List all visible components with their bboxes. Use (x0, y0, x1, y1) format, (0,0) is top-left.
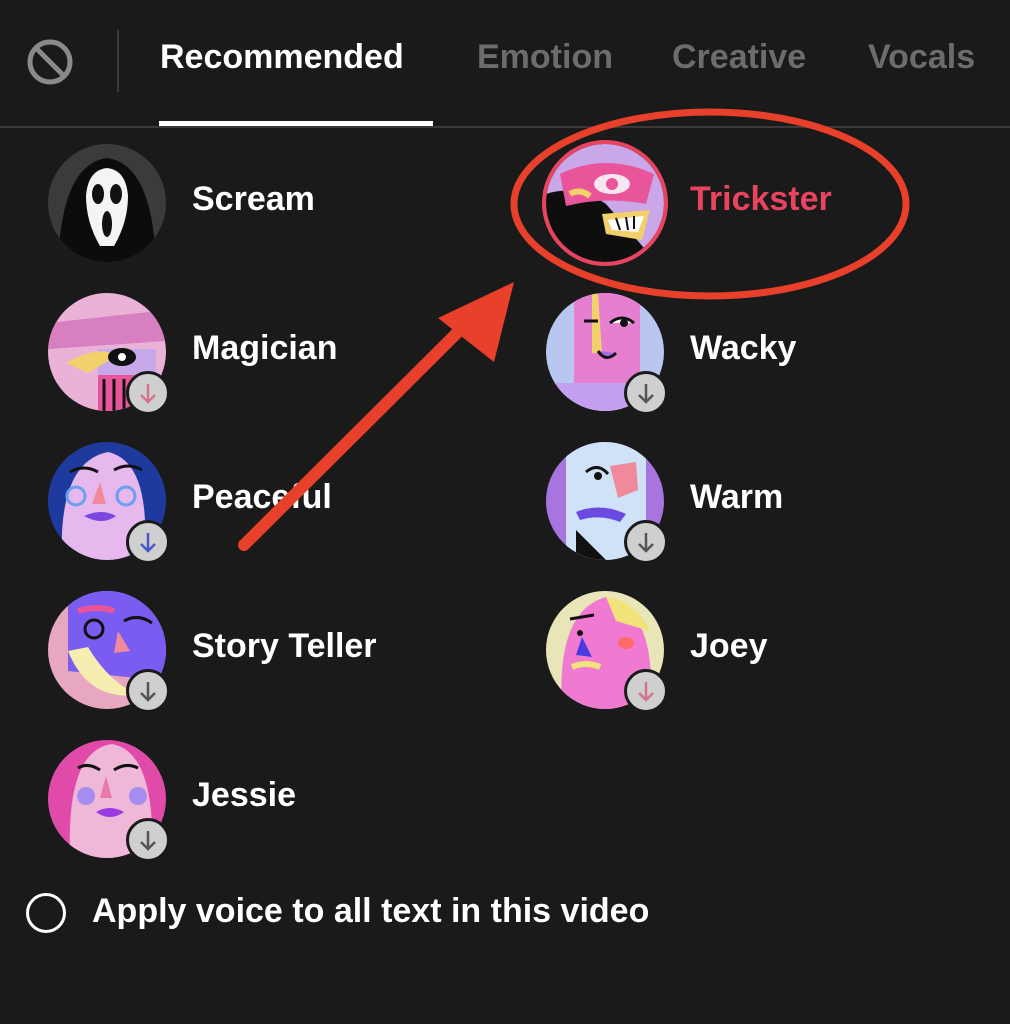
voice-item-peaceful[interactable]: Peaceful (48, 442, 488, 564)
voice-item-scream[interactable]: Scream (48, 144, 488, 264)
radio-button[interactable] (26, 893, 66, 933)
voice-item-trickster[interactable]: Trickster (542, 140, 986, 266)
voice-label: Peaceful (192, 478, 332, 516)
avatar (546, 293, 668, 415)
voice-label: Scream (192, 180, 315, 218)
voice-tab-bar: Recommended Emotion Creative Vocals (0, 0, 1010, 128)
voice-label: Trickster (690, 180, 832, 218)
voice-item-magician[interactable]: Magician (48, 293, 488, 415)
avatar (48, 740, 170, 862)
download-icon[interactable] (624, 520, 668, 564)
avatar (542, 140, 668, 266)
voice-label: Story Teller (192, 627, 377, 665)
download-icon[interactable] (126, 818, 170, 862)
tab-emotion[interactable]: Emotion (477, 38, 613, 77)
download-icon[interactable] (126, 520, 170, 564)
tab-divider (117, 30, 119, 92)
voice-label: Joey (690, 627, 768, 665)
voice-item-joey[interactable]: Joey (546, 591, 986, 713)
avatar (48, 591, 170, 713)
avatar (48, 293, 170, 415)
scream-mask-icon (48, 144, 166, 262)
voice-item-story-teller[interactable]: Story Teller (48, 591, 488, 713)
avatar (48, 442, 170, 564)
download-icon[interactable] (624, 669, 668, 713)
voice-label: Magician (192, 329, 338, 367)
tab-vocals[interactable]: Vocals (868, 38, 975, 77)
download-icon[interactable] (126, 371, 170, 415)
prohibit-icon[interactable] (26, 38, 74, 86)
voice-label: Wacky (690, 329, 797, 367)
download-icon[interactable] (126, 669, 170, 713)
tab-creative[interactable]: Creative (672, 38, 806, 77)
apply-all-label: Apply voice to all text in this video (92, 892, 650, 930)
trickster-face-icon (546, 144, 664, 262)
voice-label: Jessie (192, 776, 296, 814)
voice-item-jessie[interactable]: Jessie (48, 740, 488, 862)
avatar (546, 591, 668, 713)
avatar (546, 442, 668, 564)
voice-label: Warm (690, 478, 784, 516)
voice-item-warm[interactable]: Warm (546, 442, 986, 564)
active-tab-indicator (159, 121, 433, 126)
apply-all-toggle[interactable]: Apply voice to all text in this video (26, 888, 726, 938)
tab-recommended[interactable]: Recommended (160, 38, 404, 77)
avatar (48, 144, 166, 262)
voice-item-wacky[interactable]: Wacky (546, 293, 986, 415)
download-icon[interactable] (624, 371, 668, 415)
